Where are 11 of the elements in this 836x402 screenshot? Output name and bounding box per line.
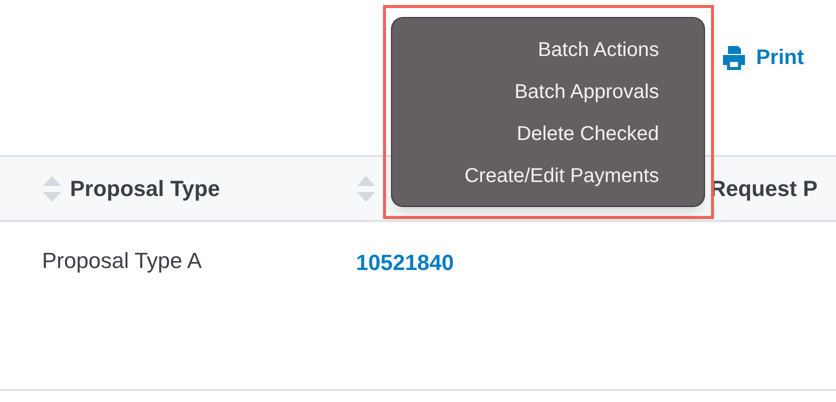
sort-icon[interactable] [42, 174, 62, 202]
print-link[interactable]: Print [722, 42, 804, 74]
id-link[interactable]: 10521840 [356, 244, 454, 279]
table-cell: Proposal Type A [42, 248, 202, 273]
menu-item[interactable]: Delete Checked [516, 113, 659, 155]
printer-icon [722, 44, 746, 71]
menu-item[interactable]: Batch Actions [538, 29, 659, 71]
sort-icon[interactable] [356, 174, 376, 202]
column-header[interactable]: Proposal Type [70, 172, 220, 205]
menu-item[interactable]: Batch Approvals [514, 71, 659, 113]
menu-item[interactable]: Create/Edit Payments [464, 155, 659, 197]
